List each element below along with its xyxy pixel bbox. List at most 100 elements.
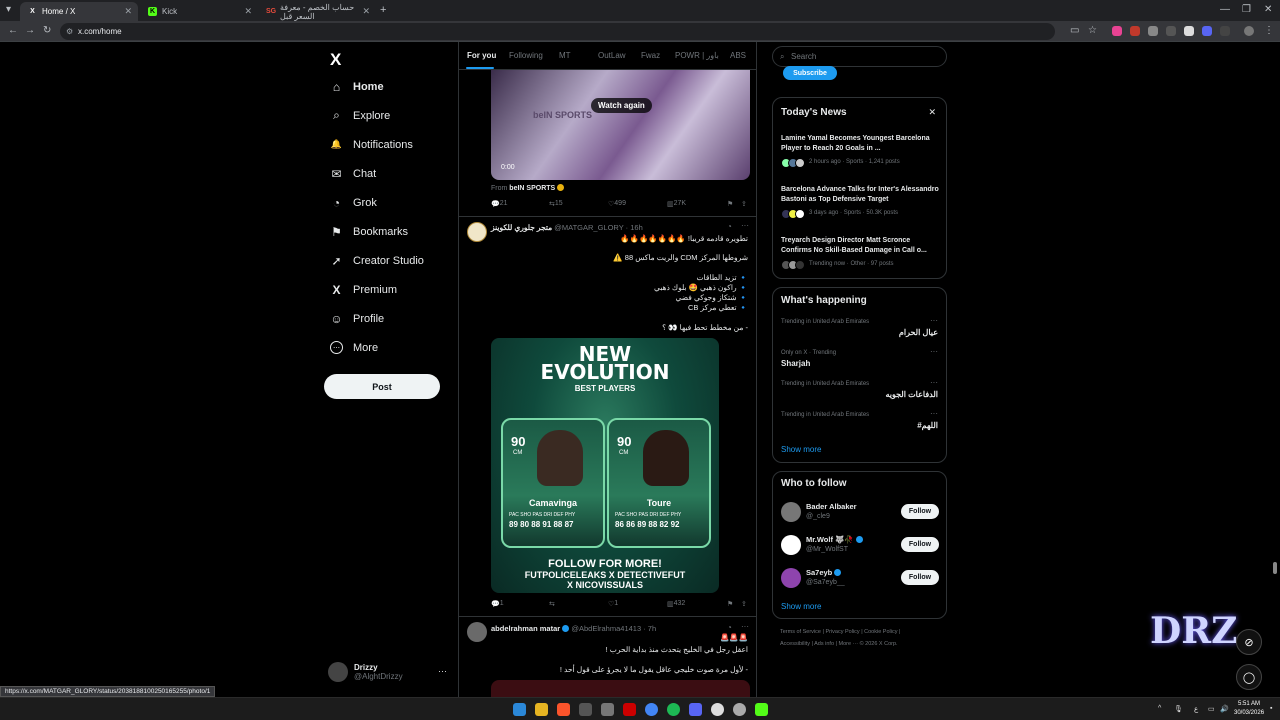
kick-icon[interactable] [755, 703, 768, 716]
close-tab-icon[interactable]: ✕ [362, 6, 370, 17]
app-icon[interactable] [601, 703, 614, 716]
tab-abs[interactable]: ABS [730, 51, 746, 60]
subscribe-button[interactable]: Subscribe [783, 66, 837, 80]
trend-name[interactable]: الدفاعات الجويه [885, 390, 938, 399]
nav-chat[interactable]: ✉ Chat [330, 167, 376, 181]
account-menu-icon[interactable]: ··· [438, 666, 447, 676]
user-name[interactable]: Mr.Wolf 🐺🥀 [806, 535, 863, 544]
extension-icon[interactable] [1184, 26, 1194, 36]
bookmark-icon[interactable]: ⚑ [727, 200, 733, 208]
show-more-link[interactable]: Show more [781, 445, 821, 454]
more-icon[interactable]: ··· [930, 316, 938, 325]
forward-icon[interactable]: → [25, 25, 35, 36]
nav-bookmarks[interactable]: ⚑ Bookmarks [330, 225, 408, 239]
nav-more[interactable]: ⋯ More [330, 341, 378, 354]
app-icon[interactable] [623, 703, 636, 716]
app-icon[interactable] [733, 703, 746, 716]
chrome-icon[interactable] [645, 703, 658, 716]
discord-icon[interactable] [689, 703, 702, 716]
bookmark-star-icon[interactable]: ☆ [1088, 25, 1097, 36]
nav-home[interactable]: ⌂ Home [330, 80, 384, 94]
site-info-icon[interactable]: ⚙ [66, 23, 73, 40]
url-field[interactable]: ⚙ x.com/home [60, 23, 1055, 40]
tab-outlaw[interactable]: OutLaw [598, 51, 626, 60]
views-button[interactable]: ▥ 432 [667, 600, 685, 608]
close-icon[interactable]: ✕ [928, 107, 936, 118]
trend-name[interactable]: عيال الحرام [899, 328, 938, 337]
tab-fwaz[interactable]: Fwaz [641, 51, 660, 60]
tab-following[interactable]: Following [509, 51, 543, 60]
trend-name[interactable]: Sharjah [781, 359, 810, 368]
tab-sg[interactable]: SG حساب الخصم - معرفة السعر قبل ✕ [258, 2, 376, 21]
back-icon[interactable]: ← [8, 25, 18, 36]
puzzle-icon[interactable] [1220, 26, 1230, 36]
volume-icon[interactable]: 🔊 [1220, 705, 1229, 713]
follow-button[interactable]: Follow [901, 570, 939, 585]
reply-button[interactable]: 💬 1 [491, 600, 504, 608]
tab-home-x[interactable]: X Home / X ✕ [20, 2, 138, 21]
chat-float-icon[interactable]: ◯ [1236, 664, 1262, 690]
scrollbar-thumb[interactable] [1273, 562, 1277, 574]
tab-mt[interactable]: MT [559, 51, 571, 60]
extension-icon[interactable] [1166, 26, 1176, 36]
author-handle[interactable]: @AbdElrahma41413 · 7h [571, 624, 656, 633]
post-button[interactable]: Post [324, 374, 440, 399]
close-tab-icon[interactable]: ✕ [244, 6, 252, 17]
follow-button[interactable]: Follow [901, 537, 939, 552]
extension-icon[interactable] [1112, 26, 1122, 36]
watch-again-button[interactable]: Watch again [591, 98, 652, 113]
author-name[interactable]: abdelrahman matar [491, 624, 560, 633]
video-player[interactable]: beIN SPORTS Watch again 0:00 [491, 70, 750, 180]
trend-name[interactable]: #اللهم [917, 421, 938, 430]
news-item-title[interactable]: Lamine Yamal Becomes Youngest Barcelona … [781, 134, 941, 154]
views-button[interactable]: ▥ 27K [667, 200, 686, 208]
brave-icon[interactable] [557, 703, 570, 716]
close-tab-icon[interactable]: ✕ [124, 6, 132, 17]
nav-creator-studio[interactable]: ➚ Creator Studio [330, 254, 423, 268]
close-window-icon[interactable]: ✕ [1264, 4, 1272, 15]
tweet-image[interactable]: NEW EVOLUTION BEST PLAYERS 90 CM Camavin… [491, 338, 719, 593]
profile-avatar[interactable] [1244, 26, 1254, 36]
grok-icon[interactable]: ◔ [727, 623, 732, 632]
tab-for-you[interactable]: For you [467, 51, 496, 60]
nav-notifications[interactable]: 🔔 Notifications [330, 138, 413, 151]
more-icon[interactable]: ··· [930, 409, 938, 418]
file-explorer-icon[interactable] [535, 703, 548, 716]
grok-float-icon[interactable]: ⊘ [1236, 629, 1262, 655]
show-more-link[interactable]: Show more [781, 602, 821, 611]
follow-button[interactable]: Follow [901, 504, 939, 519]
avatar[interactable] [781, 568, 801, 588]
cast-icon[interactable]: ▭ [1070, 25, 1079, 36]
more-icon[interactable]: ··· [741, 221, 749, 230]
extension-icon[interactable] [1202, 26, 1212, 36]
more-icon[interactable]: ··· [741, 622, 749, 631]
nav-profile[interactable]: ☺ Profile [330, 312, 384, 326]
network-icon[interactable]: ▭ [1208, 705, 1215, 713]
app-icon[interactable] [711, 703, 724, 716]
share-icon[interactable]: ⇪ [741, 200, 747, 208]
spotify-icon[interactable] [667, 703, 680, 716]
like-button[interactable]: ♡ 1 [608, 600, 618, 608]
user-name[interactable]: Sa7eyb [806, 568, 842, 577]
minimize-icon[interactable]: — [1220, 4, 1230, 15]
tweet-image[interactable] [491, 680, 750, 697]
tray-chevron-icon[interactable]: ^ [1158, 705, 1161, 712]
avatar[interactable] [467, 622, 487, 642]
nav-grok[interactable]: ◔ Grok [330, 196, 377, 210]
bookmark-icon[interactable]: ⚑ [727, 600, 733, 608]
nav-premium[interactable]: X Premium [330, 283, 397, 297]
footer-links[interactable]: Terms of Service | Privacy Policy | Cook… [780, 629, 900, 635]
like-button[interactable]: ♡ 499 [608, 200, 626, 208]
user-name[interactable]: Bader Albaker [806, 502, 857, 511]
avatar[interactable] [467, 222, 487, 242]
restore-icon[interactable]: ❐ [1242, 4, 1251, 15]
news-item-title[interactable]: Treyarch Design Director Matt Scronce Co… [781, 236, 941, 256]
x-logo-icon[interactable]: X [330, 50, 341, 70]
reply-button[interactable]: 💬 21 [491, 200, 508, 208]
start-icon[interactable] [513, 703, 526, 716]
clock[interactable]: 5:51 AM 30/03/2026 [1234, 700, 1264, 718]
nav-explore[interactable]: ⌕ Explore [330, 108, 390, 122]
search-input[interactable]: ⌕ Search [772, 46, 947, 67]
avatar[interactable] [781, 502, 801, 522]
extension-icon[interactable] [1148, 26, 1158, 36]
